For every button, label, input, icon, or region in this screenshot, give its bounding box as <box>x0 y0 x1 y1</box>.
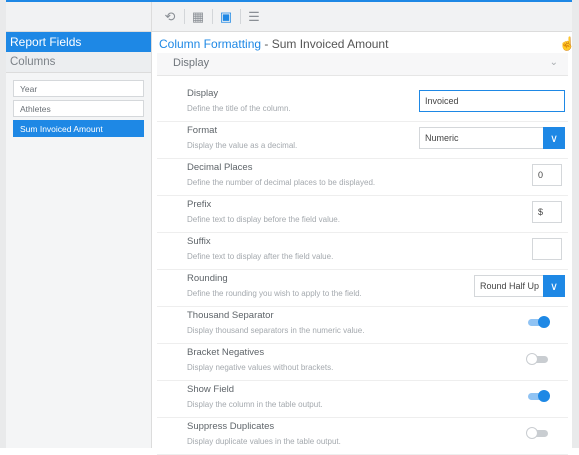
section-label: Display <box>173 57 210 69</box>
bracket-negatives-toggle[interactable] <box>526 353 548 365</box>
toolbar: ⟲ ▦ ▣ ☰ <box>6 2 572 32</box>
toolbar-separator <box>212 9 213 24</box>
show-field-toggle[interactable] <box>528 390 550 402</box>
row-description: Define the title of the column. <box>187 104 291 113</box>
row-label: Display <box>187 88 219 99</box>
suppress-duplicates-toggle[interactable] <box>526 427 548 439</box>
display-section-header[interactable]: Display ⌄ <box>157 53 568 76</box>
row-description: Display the column in the table output. <box>187 400 323 409</box>
row-description: Display negative values without brackets… <box>187 363 334 372</box>
chevron-down-icon[interactable]: ∨ <box>543 127 565 149</box>
rounding-select[interactable]: Round Half Up ∨ <box>474 275 565 297</box>
display-title-input[interactable] <box>419 90 565 112</box>
row-suppress-duplicates: Suppress Duplicates Display duplicate va… <box>157 418 568 455</box>
row-thousand-separator: Thousand Separator Display thousand sepa… <box>157 307 568 344</box>
sidebar-title: Report Fields <box>6 32 151 52</box>
settings-rows: Display Define the title of the column. … <box>157 85 568 455</box>
report-fields-sidebar: Report Fields Columns Year Athletes Sum … <box>6 32 152 448</box>
row-label: Rounding <box>187 273 228 284</box>
rounding-select-value: Round Half Up <box>480 281 540 291</box>
column-format-icon[interactable]: ▣ <box>215 6 237 28</box>
row-decimal-places: Decimal Places Define the number of deci… <box>157 159 568 196</box>
row-label: Thousand Separator <box>187 310 274 321</box>
thousand-separator-toggle[interactable] <box>528 316 550 328</box>
toolbar-separator <box>184 9 185 24</box>
panel-title-main: Column Formatting <box>159 37 262 51</box>
row-label: Format <box>187 125 218 136</box>
row-label: Suffix <box>187 236 211 247</box>
row-description: Define the number of decimal places to b… <box>187 178 376 187</box>
toolbar-left-blank <box>6 2 152 31</box>
panel-title-field: - Sum Invoiced Amount <box>261 37 389 51</box>
field-item-athletes[interactable]: Athletes <box>13 100 144 117</box>
toggle-knob <box>538 390 550 402</box>
toggle-knob <box>526 353 538 365</box>
chevron-down-icon[interactable]: ∨ <box>543 275 565 297</box>
window-right-border <box>572 0 579 448</box>
field-item-sum-invoiced-amount[interactable]: Sum Invoiced Amount <box>13 120 144 137</box>
row-label: Decimal Places <box>187 162 253 173</box>
list-icon[interactable]: ☰ <box>243 6 265 28</box>
row-suffix: Suffix Define text to display after the … <box>157 233 568 270</box>
row-description: Define text to display after the field v… <box>187 252 334 261</box>
sidebar-subtitle: Columns <box>6 52 151 73</box>
toggle-knob <box>526 427 538 439</box>
row-label: Suppress Duplicates <box>187 421 275 432</box>
row-prefix: Prefix Define text to display before the… <box>157 196 568 233</box>
suffix-input[interactable] <box>532 238 562 260</box>
row-description: Define the rounding you wish to apply to… <box>187 289 362 298</box>
row-rounding: Rounding Define the rounding you wish to… <box>157 270 568 307</box>
chevron-down-icon[interactable]: ⌄ <box>550 57 558 68</box>
row-label: Bracket Negatives <box>187 347 265 358</box>
row-show-field: Show Field Display the column in the tab… <box>157 381 568 418</box>
table-view-icon[interactable]: ▦ <box>187 6 209 28</box>
field-list: Year Athletes Sum Invoiced Amount <box>13 80 144 140</box>
column-formatting-panel: Column Formatting - Sum Invoiced Amount … <box>152 32 576 455</box>
panel-title: Column Formatting - Sum Invoiced Amount <box>159 37 388 51</box>
row-display: Display Define the title of the column. <box>157 85 568 122</box>
toolbar-separator <box>240 9 241 24</box>
hand-pointer-icon: ☝ <box>559 36 576 51</box>
row-description: Display duplicate values in the table ou… <box>187 437 341 446</box>
format-select[interactable]: Numeric ∨ <box>419 127 565 149</box>
row-label: Prefix <box>187 199 212 210</box>
decimal-places-input[interactable] <box>532 164 562 186</box>
row-format: Format Display the value as a decimal. N… <box>157 122 568 159</box>
row-bracket-negatives: Bracket Negatives Display negative value… <box>157 344 568 381</box>
prefix-input[interactable] <box>532 201 562 223</box>
row-description: Define text to display before the field … <box>187 215 340 224</box>
format-select-value: Numeric <box>425 133 459 143</box>
toggle-knob <box>538 316 550 328</box>
row-description: Display the value as a decimal. <box>187 141 298 150</box>
row-description: Display thousand separators in the numer… <box>187 326 365 335</box>
undo-icon[interactable]: ⟲ <box>159 6 181 28</box>
row-label: Show Field <box>187 384 234 395</box>
field-item-year[interactable]: Year <box>13 80 144 97</box>
